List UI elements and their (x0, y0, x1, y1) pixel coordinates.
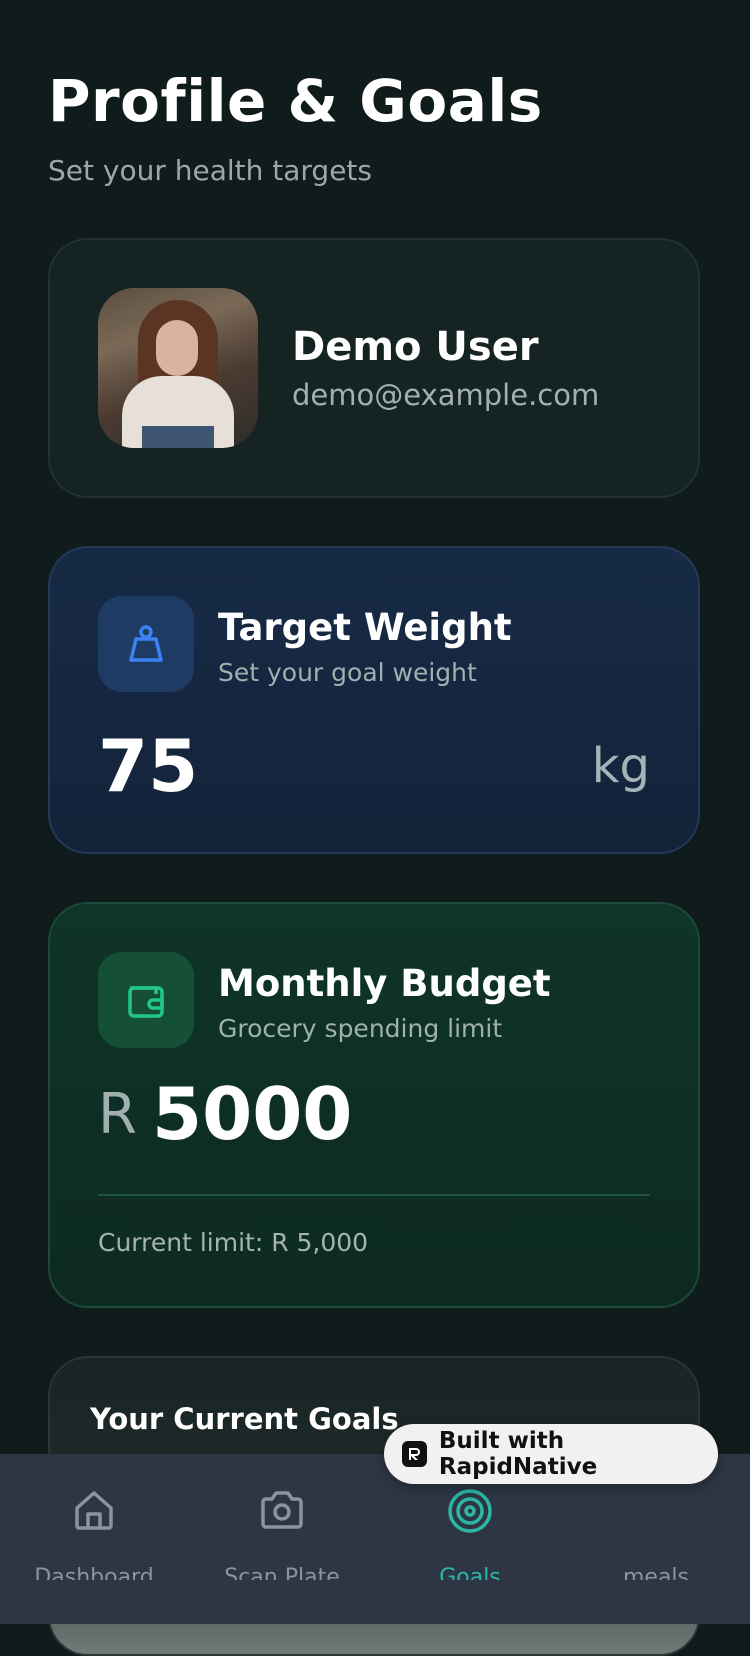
nav-label: Scan Plate (224, 1565, 340, 1580)
badge-text: Built with RapidNative (438, 1428, 598, 1480)
budget-input[interactable]: 5000 (152, 1072, 352, 1156)
monthly-budget-title: Monthly Budget (218, 962, 551, 1005)
page-title: Profile & Goals (48, 67, 543, 135)
target-icon (447, 1488, 493, 1538)
rapidnative-logo-icon (402, 1441, 427, 1467)
nav-label: meals (622, 1565, 690, 1580)
nav-item-dashboard[interactable]: Dashboard (0, 1454, 188, 1624)
target-weight-input[interactable]: 75 (98, 724, 198, 808)
divider (98, 1194, 650, 1196)
profile-name: Demo User (292, 324, 539, 370)
header: Profile & Goals Set your health targets (48, 64, 543, 187)
rapidnative-badge[interactable]: Built with RapidNative (384, 1424, 718, 1484)
home-icon (72, 1488, 116, 1536)
wallet-icon (98, 952, 194, 1048)
monthly-budget-subtitle: Grocery spending limit (218, 1014, 503, 1043)
currency-symbol: R (98, 1082, 137, 1147)
target-weight-card[interactable]: Target Weight Set your goal weight 75 kg (48, 546, 700, 854)
current-goals-title: Your Current Goals (90, 1402, 399, 1436)
camera-icon (259, 1488, 305, 1536)
nav-label: Dashboard (34, 1565, 154, 1580)
profile-card[interactable]: Demo User demo@example.com (48, 238, 700, 498)
profile-email: demo@example.com (292, 378, 600, 412)
target-weight-title: Target Weight (218, 606, 512, 649)
weight-unit: kg (591, 738, 650, 794)
page-subtitle: Set your health targets (48, 154, 372, 187)
nav-item-scan-plate[interactable]: Scan Plate (188, 1454, 376, 1624)
monthly-budget-card[interactable]: Monthly Budget Grocery spending limit R … (48, 902, 700, 1308)
avatar[interactable] (98, 288, 258, 448)
weight-icon (98, 596, 194, 692)
current-limit-text: Current limit: R 5,000 (98, 1228, 369, 1257)
nav-label: Goals (439, 1565, 501, 1580)
target-weight-subtitle: Set your goal weight (218, 658, 477, 687)
